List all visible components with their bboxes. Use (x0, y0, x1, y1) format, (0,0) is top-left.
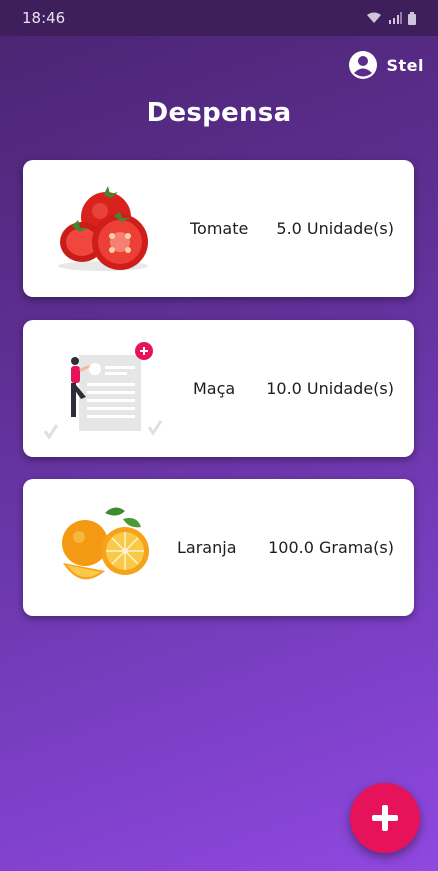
page-title: Despensa (146, 98, 292, 128)
status-icons (366, 11, 416, 25)
pantry-item-card[interactable]: Maça 10.0 Unidade(s) (23, 320, 414, 457)
status-bar: 18:46 (0, 0, 438, 36)
battery-icon (408, 11, 416, 25)
item-name: Maça (193, 379, 236, 398)
item-quantity: 5.0 Unidade(s) (276, 219, 394, 238)
plus-icon (372, 805, 398, 831)
status-time: 18:46 (22, 9, 66, 27)
signal-icon (389, 12, 402, 24)
item-quantity: 100.0 Grama(s) (268, 538, 394, 557)
placeholder-illustration (23, 320, 183, 457)
pantry-item-card[interactable]: Laranja 100.0 Grama(s) (23, 479, 414, 616)
user-profile-button[interactable]: Stel (348, 50, 424, 80)
user-name: Stel (386, 55, 424, 75)
tomato-image (23, 160, 183, 297)
orange-image (23, 479, 183, 616)
account-circle-icon (349, 51, 378, 79)
item-quantity: 10.0 Unidade(s) (266, 379, 394, 398)
item-name: Laranja (177, 538, 237, 557)
add-item-button[interactable] (350, 783, 420, 853)
item-name: Tomate (190, 219, 249, 238)
pantry-item-card[interactable]: Tomate 5.0 Unidade(s) (23, 160, 414, 297)
wifi-icon (367, 12, 381, 23)
